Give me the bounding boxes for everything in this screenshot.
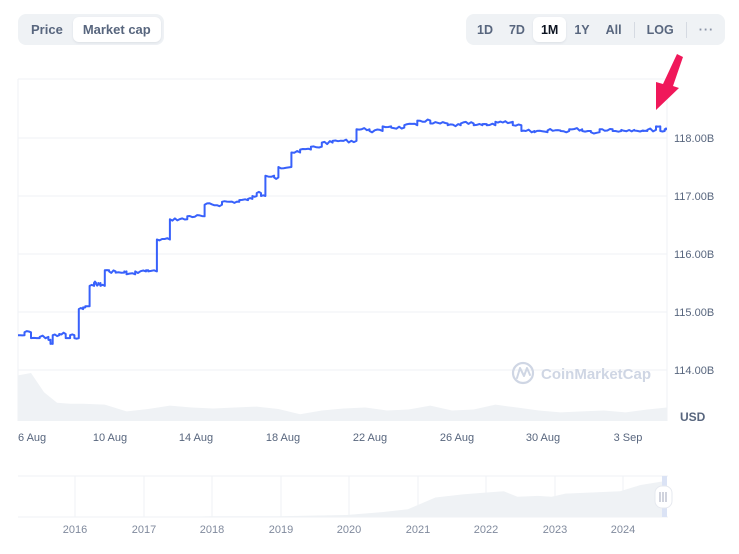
market-cap-chart[interactable]: CoinMarketCap 118.00B 117.00B 116.00B 115.0…	[0, 0, 739, 554]
x-tick-label: 10 Aug	[93, 432, 127, 444]
x-tick-label: 30 Aug	[526, 432, 560, 444]
watermark-text: CoinMarketCap	[541, 366, 651, 383]
x-tick-label: 26 Aug	[440, 432, 474, 444]
navigator-year-label: 2017	[132, 524, 156, 536]
y-tick-label: 118.00B	[674, 133, 714, 145]
x-tick-label: 18 Aug	[266, 432, 300, 444]
x-tick-label: 14 Aug	[179, 432, 213, 444]
price-line	[18, 118, 667, 345]
currency-label: USD	[680, 410, 706, 424]
coinmarketcap-watermark: CoinMarketCap	[511, 361, 651, 385]
y-tick-label: 115.00B	[674, 307, 714, 319]
navigator-area	[18, 481, 665, 517]
navigator-year-label: 2016	[63, 524, 87, 536]
y-tick-label: 117.00B	[674, 191, 714, 203]
navigator-year-label: 2020	[337, 524, 361, 536]
arrow-icon	[656, 54, 683, 110]
navigator-year-label: 2019	[269, 524, 293, 536]
x-tick-label: 22 Aug	[353, 432, 387, 444]
market-cap-line	[18, 118, 667, 345]
navigator-year-label: 2024	[611, 524, 635, 536]
navigator-year-label: 2022	[474, 524, 498, 536]
annotation-arrow	[656, 54, 683, 110]
navigator[interactable]: 2016 2017 2018 2019 2020 2021 2022 2023 2024	[18, 475, 673, 536]
navigator-handle[interactable]	[654, 485, 673, 509]
navigator-year-label: 2018	[200, 524, 224, 536]
navigator-year-label: 2021	[406, 524, 430, 536]
y-tick-label: 114.00B	[674, 365, 714, 377]
axes: 118.00B 117.00B 116.00B 115.00B 114.00B USD 6 …	[18, 133, 714, 444]
y-tick-label: 116.00B	[674, 249, 714, 261]
x-tick-label: 6 Aug	[18, 432, 46, 444]
x-tick-label: 3 Sep	[614, 432, 643, 444]
navigator-year-label: 2023	[543, 524, 567, 536]
